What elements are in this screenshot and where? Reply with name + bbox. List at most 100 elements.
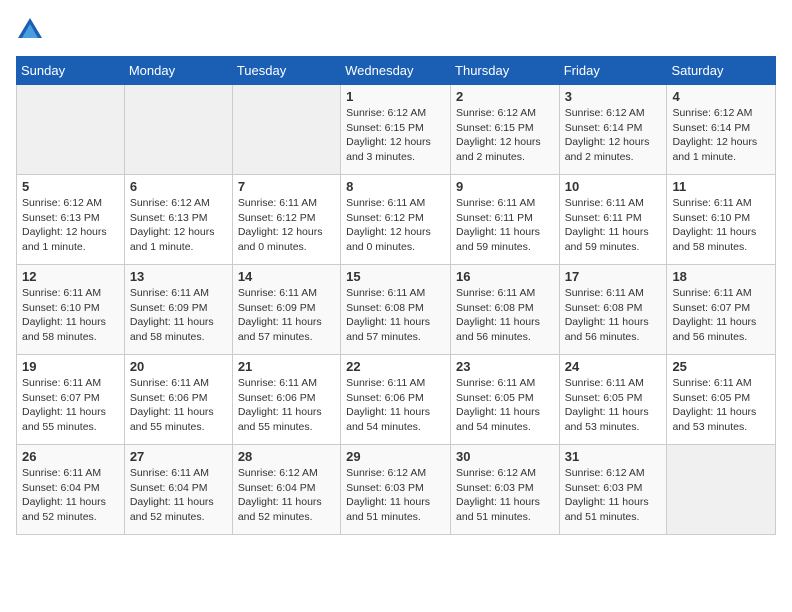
day-number: 3 xyxy=(565,89,662,104)
calendar-cell: 1 Sunrise: 6:12 AM Sunset: 6:15 PM Daylig… xyxy=(341,85,451,175)
page-header xyxy=(16,16,776,44)
calendar-cell: 4 Sunrise: 6:12 AM Sunset: 6:14 PM Daylig… xyxy=(667,85,776,175)
day-number: 30 xyxy=(456,449,554,464)
day-number: 10 xyxy=(565,179,662,194)
day-info: Sunrise: 6:12 AM Sunset: 6:03 PM Dayligh… xyxy=(565,466,662,525)
day-number: 14 xyxy=(238,269,335,284)
day-info: Sunrise: 6:11 AM Sunset: 6:11 PM Dayligh… xyxy=(565,196,662,255)
calendar-cell: 23 Sunrise: 6:11 AM Sunset: 6:05 PM Dayli… xyxy=(451,355,560,445)
calendar-cell xyxy=(17,85,125,175)
weekday-header-tuesday: Tuesday xyxy=(232,57,340,85)
calendar-cell: 20 Sunrise: 6:11 AM Sunset: 6:06 PM Dayli… xyxy=(124,355,232,445)
day-number: 29 xyxy=(346,449,445,464)
calendar-cell: 2 Sunrise: 6:12 AM Sunset: 6:15 PM Daylig… xyxy=(451,85,560,175)
calendar-cell: 14Sunrise: 6:11 AM Sunset: 6:09 PM Dayli… xyxy=(232,265,340,355)
day-number: 13 xyxy=(130,269,227,284)
calendar-cell: 29 Sunrise: 6:12 AM Sunset: 6:03 PM Dayli… xyxy=(341,445,451,535)
day-number: 11 xyxy=(672,179,770,194)
calendar-cell: 26 Sunrise: 6:11 AM Sunset: 6:04 PM Dayli… xyxy=(17,445,125,535)
day-number: 17 xyxy=(565,269,662,284)
logo xyxy=(16,16,48,44)
day-number: 9 xyxy=(456,179,554,194)
calendar-cell: 12 Sunrise: 6:11 AM Sunset: 6:10 PM Dayli… xyxy=(17,265,125,355)
calendar-cell: 15Sunrise: 6:11 AM Sunset: 6:08 PM Dayli… xyxy=(341,265,451,355)
calendar-header: SundayMondayTuesdayWednesdayThursdayFrid… xyxy=(17,57,776,85)
calendar-cell: 22 Sunrise: 6:11 AM Sunset: 6:06 PM Dayli… xyxy=(341,355,451,445)
weekday-header-wednesday: Wednesday xyxy=(341,57,451,85)
day-number: 23 xyxy=(456,359,554,374)
calendar-cell xyxy=(232,85,340,175)
day-number: 20 xyxy=(130,359,227,374)
calendar-cell xyxy=(124,85,232,175)
calendar-cell: 6 Sunrise: 6:12 AM Sunset: 6:13 PM Daylig… xyxy=(124,175,232,265)
day-number: 8 xyxy=(346,179,445,194)
day-number: 21 xyxy=(238,359,335,374)
day-info: Sunrise: 6:11 AM Sunset: 6:04 PM Dayligh… xyxy=(130,466,227,525)
day-info: Sunrise: 6:11 AM Sunset: 6:07 PM Dayligh… xyxy=(672,286,770,345)
weekday-header-friday: Friday xyxy=(559,57,667,85)
day-info: Sunrise: 6:12 AM Sunset: 6:03 PM Dayligh… xyxy=(456,466,554,525)
calendar-cell: 9 Sunrise: 6:11 AM Sunset: 6:11 PM Daylig… xyxy=(451,175,560,265)
calendar-cell: 19 Sunrise: 6:11 AM Sunset: 6:07 PM Dayli… xyxy=(17,355,125,445)
day-info: Sunrise: 6:11 AM Sunset: 6:05 PM Dayligh… xyxy=(672,376,770,435)
calendar-cell: 8Sunrise: 6:11 AM Sunset: 6:12 PM Daylig… xyxy=(341,175,451,265)
weekday-header-thursday: Thursday xyxy=(451,57,560,85)
day-info: Sunrise: 6:11 AM Sunset: 6:08 PM Dayligh… xyxy=(565,286,662,345)
calendar-cell: 17 Sunrise: 6:11 AM Sunset: 6:08 PM Dayli… xyxy=(559,265,667,355)
calendar-table: SundayMondayTuesdayWednesdayThursdayFrid… xyxy=(16,56,776,535)
calendar-cell: 16Sunrise: 6:11 AM Sunset: 6:08 PM Dayli… xyxy=(451,265,560,355)
day-info: Sunrise: 6:11 AM Sunset: 6:06 PM Dayligh… xyxy=(238,376,335,435)
day-number: 2 xyxy=(456,89,554,104)
day-number: 4 xyxy=(672,89,770,104)
calendar-cell: 11 Sunrise: 6:11 AM Sunset: 6:10 PM Dayli… xyxy=(667,175,776,265)
day-number: 12 xyxy=(22,269,119,284)
day-info: Sunrise: 6:12 AM Sunset: 6:04 PM Dayligh… xyxy=(238,466,335,525)
day-number: 6 xyxy=(130,179,227,194)
day-number: 27 xyxy=(130,449,227,464)
calendar-cell: 13 Sunrise: 6:11 AM Sunset: 6:09 PM Dayli… xyxy=(124,265,232,355)
calendar-cell: 28 Sunrise: 6:12 AM Sunset: 6:04 PM Dayli… xyxy=(232,445,340,535)
calendar-cell: 10 Sunrise: 6:11 AM Sunset: 6:11 PM Dayli… xyxy=(559,175,667,265)
calendar-cell: 5Sunrise: 6:12 AM Sunset: 6:13 PM Daylig… xyxy=(17,175,125,265)
day-number: 22 xyxy=(346,359,445,374)
calendar-cell: 3 Sunrise: 6:12 AM Sunset: 6:14 PM Daylig… xyxy=(559,85,667,175)
logo-icon xyxy=(16,16,44,44)
calendar-cell xyxy=(667,445,776,535)
day-info: Sunrise: 6:11 AM Sunset: 6:12 PM Dayligh… xyxy=(238,196,335,255)
day-number: 28 xyxy=(238,449,335,464)
day-number: 31 xyxy=(565,449,662,464)
day-info: Sunrise: 6:11 AM Sunset: 6:06 PM Dayligh… xyxy=(130,376,227,435)
day-number: 5 xyxy=(22,179,119,194)
day-info: Sunrise: 6:11 AM Sunset: 6:09 PM Dayligh… xyxy=(130,286,227,345)
calendar-cell: 30 Sunrise: 6:12 AM Sunset: 6:03 PM Dayli… xyxy=(451,445,560,535)
day-info: Sunrise: 6:11 AM Sunset: 6:11 PM Dayligh… xyxy=(456,196,554,255)
day-info: Sunrise: 6:11 AM Sunset: 6:08 PM Dayligh… xyxy=(456,286,554,345)
calendar-cell: 25 Sunrise: 6:11 AM Sunset: 6:05 PM Dayli… xyxy=(667,355,776,445)
day-info: Sunrise: 6:12 AM Sunset: 6:14 PM Dayligh… xyxy=(565,106,662,165)
day-info: Sunrise: 6:11 AM Sunset: 6:10 PM Dayligh… xyxy=(22,286,119,345)
day-info: Sunrise: 6:12 AM Sunset: 6:03 PM Dayligh… xyxy=(346,466,445,525)
day-number: 24 xyxy=(565,359,662,374)
day-number: 25 xyxy=(672,359,770,374)
day-info: Sunrise: 6:12 AM Sunset: 6:14 PM Dayligh… xyxy=(672,106,770,165)
day-info: Sunrise: 6:11 AM Sunset: 6:06 PM Dayligh… xyxy=(346,376,445,435)
day-number: 7 xyxy=(238,179,335,194)
day-info: Sunrise: 6:12 AM Sunset: 6:13 PM Dayligh… xyxy=(130,196,227,255)
weekday-header-monday: Monday xyxy=(124,57,232,85)
day-info: Sunrise: 6:11 AM Sunset: 6:07 PM Dayligh… xyxy=(22,376,119,435)
day-number: 1 xyxy=(346,89,445,104)
weekday-header-saturday: Saturday xyxy=(667,57,776,85)
day-number: 19 xyxy=(22,359,119,374)
day-info: Sunrise: 6:12 AM Sunset: 6:15 PM Dayligh… xyxy=(456,106,554,165)
day-number: 26 xyxy=(22,449,119,464)
calendar-cell: 21 Sunrise: 6:11 AM Sunset: 6:06 PM Dayli… xyxy=(232,355,340,445)
day-info: Sunrise: 6:12 AM Sunset: 6:15 PM Dayligh… xyxy=(346,106,445,165)
day-number: 18 xyxy=(672,269,770,284)
day-info: Sunrise: 6:11 AM Sunset: 6:05 PM Dayligh… xyxy=(456,376,554,435)
day-info: Sunrise: 6:11 AM Sunset: 6:04 PM Dayligh… xyxy=(22,466,119,525)
day-info: Sunrise: 6:11 AM Sunset: 6:08 PM Dayligh… xyxy=(346,286,445,345)
calendar-cell: 7 Sunrise: 6:11 AM Sunset: 6:12 PM Daylig… xyxy=(232,175,340,265)
calendar-cell: 31 Sunrise: 6:12 AM Sunset: 6:03 PM Dayli… xyxy=(559,445,667,535)
calendar-cell: 27 Sunrise: 6:11 AM Sunset: 6:04 PM Dayli… xyxy=(124,445,232,535)
day-info: Sunrise: 6:11 AM Sunset: 6:10 PM Dayligh… xyxy=(672,196,770,255)
